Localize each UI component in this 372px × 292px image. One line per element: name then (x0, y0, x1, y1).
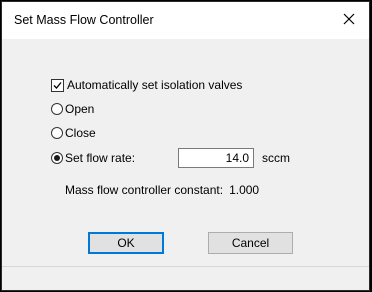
checkmark-icon (53, 81, 62, 89)
set-flow-rate-radio-row[interactable]: Set flow rate: (51, 149, 135, 167)
flow-rate-input[interactable] (178, 148, 254, 168)
footer-divider (2, 266, 369, 267)
close-radio[interactable] (51, 127, 63, 139)
auto-isolation-valves-checkbox[interactable] (51, 78, 64, 92)
close-button[interactable] (329, 2, 369, 35)
dialog-title: Set Mass Flow Controller (14, 13, 154, 27)
close-radio-row[interactable]: Close (51, 124, 96, 142)
flow-rate-unit: sccm (262, 151, 290, 165)
set-flow-rate-radio[interactable] (51, 152, 63, 164)
set-mass-flow-controller-dialog: Set Mass Flow Controller Automatically s… (1, 1, 370, 291)
open-radio-label: Open (65, 102, 95, 116)
close-icon (343, 13, 355, 25)
mfc-constant-readout: Mass flow controller constant: 1.000 (65, 183, 259, 197)
ok-button[interactable]: OK (88, 232, 164, 254)
mfc-constant-label: Mass flow controller constant: (65, 183, 224, 197)
mfc-constant-value: 1.000 (229, 183, 260, 197)
auto-isolation-valves-label: Automatically set isolation valves (67, 78, 243, 92)
title-bar[interactable]: Set Mass Flow Controller (2, 2, 369, 39)
open-radio[interactable] (51, 103, 63, 115)
cancel-button[interactable]: Cancel (208, 232, 293, 254)
open-radio-row[interactable]: Open (51, 100, 94, 118)
set-flow-rate-label: Set flow rate: (65, 151, 136, 165)
close-radio-label: Close (65, 126, 96, 140)
auto-isolation-valves-checkbox-row[interactable]: Automatically set isolation valves (51, 76, 242, 94)
